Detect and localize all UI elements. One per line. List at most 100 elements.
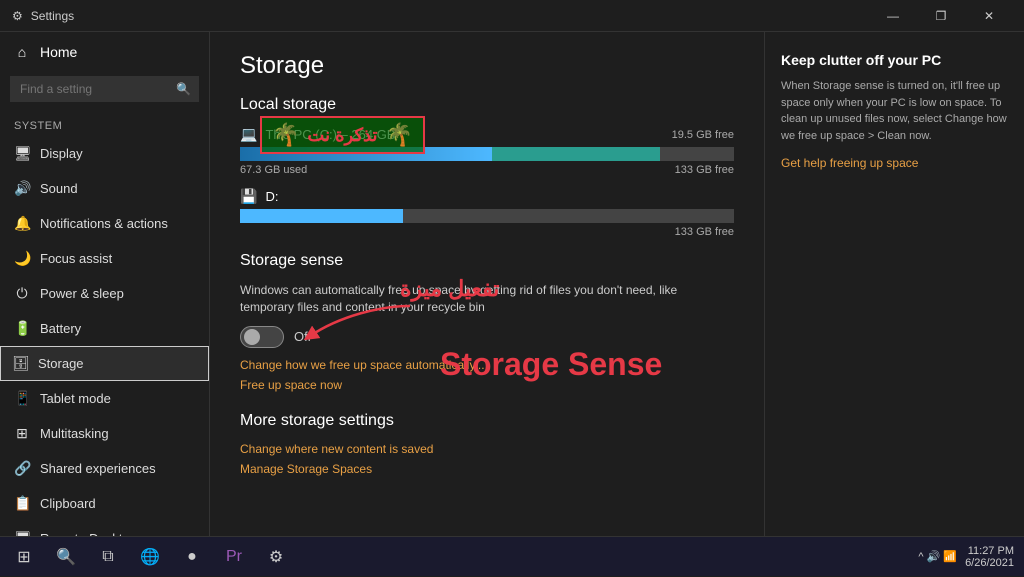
sidebar-item-power-label: Power & sleep xyxy=(40,286,124,301)
more-storage-title: More storage settings xyxy=(240,412,734,430)
sidebar-item-shared-label: Shared experiences xyxy=(40,461,156,476)
drive-d-item: 💾 D: 133 GB free xyxy=(240,188,734,238)
drive-d-name: D: xyxy=(265,189,278,204)
app-body: ⌂ Home 🔍 System 🖥 Display 🔊 Sound 🔔 Noti… xyxy=(0,32,1024,576)
restore-button[interactable]: ❐ xyxy=(918,0,964,32)
drive-c-free: 19.5 GB free xyxy=(672,129,734,141)
shared-icon: 🔗 xyxy=(14,460,30,477)
sidebar-item-home[interactable]: ⌂ Home xyxy=(0,32,209,72)
focus-icon: 🌙 xyxy=(14,250,30,267)
drive-c-free-label: 133 GB free xyxy=(675,164,734,176)
sidebar-item-clipboard-label: Clipboard xyxy=(40,496,96,511)
drive-c-header: 💻 This PC (C:) – 264 GB 19.5 GB free xyxy=(240,126,734,143)
premiere-icon[interactable]: Pr xyxy=(214,537,254,577)
drive-c-icon: 💻 xyxy=(240,126,257,143)
title-bar: ⚙ Settings — ❐ ✕ xyxy=(0,0,1024,32)
page-title: Storage xyxy=(240,52,734,80)
drive-d-free-label: 133 GB free xyxy=(675,226,734,238)
edge-icon[interactable]: 🌐 xyxy=(130,537,170,577)
drive-c-labels: 67.3 GB used 133 GB free xyxy=(240,164,734,176)
sidebar-item-sound[interactable]: 🔊 Sound xyxy=(0,171,209,206)
taskbar-right: ^ 🔊 📶 11:27 PM 6/26/2021 xyxy=(908,545,1024,569)
arabic-annotation: تفعيل ميزة xyxy=(400,276,499,302)
clock-time: 11:27 PM xyxy=(965,545,1014,557)
drive-d-labels: 133 GB free xyxy=(240,226,734,238)
sidebar-search-container: 🔍 xyxy=(10,76,199,102)
search-button[interactable]: 🔍 xyxy=(46,537,86,577)
taskbar-left: ⊞ 🔍 ⧉ 🌐 ● Pr ⚙ xyxy=(0,537,300,577)
system-section-label: System xyxy=(0,112,209,136)
storage-sense-toggle[interactable] xyxy=(240,326,284,348)
storage-icon: 🗄 xyxy=(12,355,28,372)
toggle-thumb xyxy=(244,329,260,345)
tablet-icon: 📱 xyxy=(14,390,30,407)
drive-c-item: 💻 This PC (C:) – 264 GB 19.5 GB free 67.… xyxy=(240,126,734,176)
taskbar-time-date: 11:27 PM 6/26/2021 xyxy=(965,545,1014,569)
drive-d-icon: 💾 xyxy=(240,188,257,205)
sidebar-item-shared[interactable]: 🔗 Shared experiences xyxy=(0,451,209,486)
right-panel-title: Keep clutter off your PC xyxy=(781,52,1008,68)
clock-date: 6/26/2021 xyxy=(965,557,1014,569)
system-tray-icons: ^ 🔊 📶 xyxy=(918,550,957,563)
storage-sense-title: Storage sense xyxy=(240,252,734,270)
sound-icon: 🔊 xyxy=(14,180,30,197)
multitasking-icon: ⊞ xyxy=(14,425,30,442)
task-view-button[interactable]: ⧉ xyxy=(88,537,128,577)
notifications-icon: 🔔 xyxy=(14,215,30,232)
window-title: Settings xyxy=(31,9,74,23)
close-button[interactable]: ✕ xyxy=(966,0,1012,32)
sidebar-item-battery-label: Battery xyxy=(40,321,81,336)
sidebar-item-display[interactable]: 🖥 Display xyxy=(0,136,209,171)
sidebar-item-focus[interactable]: 🌙 Focus assist xyxy=(0,241,209,276)
drive-d-header: 💾 D: xyxy=(240,188,734,205)
settings-taskbar-icon[interactable]: ⚙ xyxy=(256,537,296,577)
title-bar-controls: — ❐ ✕ xyxy=(870,0,1012,32)
sidebar-item-power[interactable]: ⏻ Power & sleep xyxy=(0,276,209,311)
search-icon: 🔍 xyxy=(176,82,191,96)
toggle-label: Off xyxy=(294,329,311,344)
storage-sense-section: Storage sense Windows can automatically … xyxy=(240,252,734,392)
battery-icon: 🔋 xyxy=(14,320,30,337)
start-button[interactable]: ⊞ xyxy=(4,537,44,577)
sidebar-item-storage[interactable]: 🗄 Storage xyxy=(0,346,209,381)
sidebar-item-notifications[interactable]: 🔔 Notifications & actions xyxy=(0,206,209,241)
right-panel: Keep clutter off your PC When Storage se… xyxy=(764,32,1024,576)
sidebar-item-multitasking-label: Multitasking xyxy=(40,426,109,441)
local-storage-title: Local storage xyxy=(240,96,734,114)
drive-c-name: This PC (C:) – 264 GB xyxy=(265,127,395,142)
sidebar-item-clipboard[interactable]: 📋 Clipboard xyxy=(0,486,209,521)
drive-d-bar xyxy=(240,209,403,223)
sidebar-item-tablet-label: Tablet mode xyxy=(40,391,111,406)
home-label: Home xyxy=(40,44,77,60)
search-input[interactable] xyxy=(10,76,199,102)
sidebar: ⌂ Home 🔍 System 🖥 Display 🔊 Sound 🔔 Noti… xyxy=(0,32,210,576)
home-icon: ⌂ xyxy=(14,44,30,60)
drive-c-bar-container xyxy=(240,147,734,161)
settings-gear-icon: ⚙ xyxy=(12,9,23,23)
clipboard-icon: 📋 xyxy=(14,495,30,512)
sidebar-item-focus-label: Focus assist xyxy=(40,251,112,266)
change-content-saved-link[interactable]: Change where new content is saved xyxy=(240,442,734,456)
sidebar-item-tablet[interactable]: 📱 Tablet mode xyxy=(0,381,209,416)
chrome-icon[interactable]: ● xyxy=(172,537,212,577)
title-bar-left: ⚙ Settings xyxy=(12,9,74,23)
sidebar-item-storage-label: Storage xyxy=(38,356,84,371)
drive-c-bar xyxy=(240,147,660,161)
storage-sense-annotation: Storage Sense xyxy=(440,346,662,383)
toggle-annotation-area: تفعيل ميزة Storage Sense xyxy=(240,326,734,348)
more-storage-section: More storage settings Change where new c… xyxy=(240,412,734,476)
drive-c-used-label: 67.3 GB used xyxy=(240,164,307,176)
power-icon: ⏻ xyxy=(14,285,30,302)
main-content: Storage Local storage 💻 This PC (C:) – 2… xyxy=(210,32,764,576)
right-panel-desc: When Storage sense is turned on, it'll f… xyxy=(781,78,1008,144)
manage-storage-spaces-link[interactable]: Manage Storage Spaces xyxy=(240,462,734,476)
get-help-link[interactable]: Get help freeing up space xyxy=(781,156,918,170)
sidebar-item-sound-label: Sound xyxy=(40,181,78,196)
drive-d-bar-container xyxy=(240,209,734,223)
sidebar-item-multitasking[interactable]: ⊞ Multitasking xyxy=(0,416,209,451)
minimize-button[interactable]: — xyxy=(870,0,916,32)
taskbar: ⊞ 🔍 ⧉ 🌐 ● Pr ⚙ ^ 🔊 📶 11:27 PM 6/26/2021 xyxy=(0,536,1024,576)
sidebar-item-battery[interactable]: 🔋 Battery xyxy=(0,311,209,346)
display-icon: 🖥 xyxy=(14,145,30,162)
toggle-row: Off xyxy=(240,326,734,348)
